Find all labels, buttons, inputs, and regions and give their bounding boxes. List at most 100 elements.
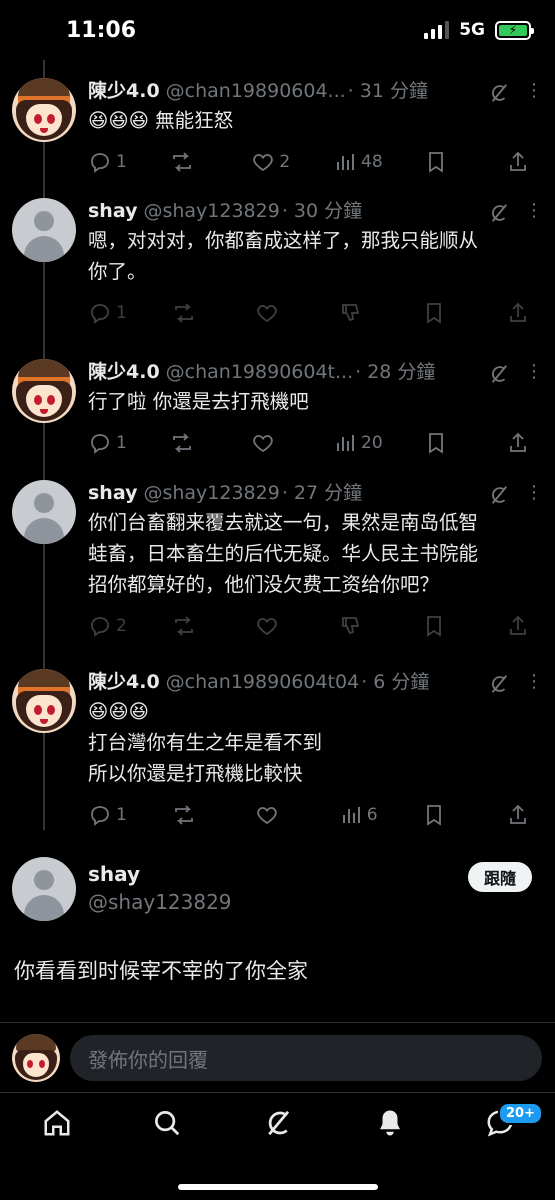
author-handle[interactable]: @chan19890604t04 bbox=[166, 671, 360, 693]
grok-icon[interactable] bbox=[488, 82, 510, 104]
grok-icon[interactable] bbox=[263, 1108, 293, 1138]
reply-icon[interactable]: 1 bbox=[88, 150, 128, 174]
reply-icon[interactable]: 1 bbox=[88, 301, 128, 325]
heart-icon[interactable]: 2 bbox=[251, 150, 291, 174]
bookmark-icon[interactable] bbox=[424, 431, 464, 455]
heart-icon[interactable] bbox=[251, 431, 291, 455]
views-count: 6 bbox=[366, 805, 378, 825]
reply-count: 1 bbox=[116, 805, 127, 825]
more-options-icon[interactable]: ⋮ bbox=[525, 671, 543, 692]
author-handle[interactable]: @shay123829 bbox=[143, 482, 279, 504]
tweet-time: · 31 分鐘 bbox=[347, 80, 428, 102]
home-indicator bbox=[178, 1184, 378, 1190]
author-name[interactable]: 陳少4.0 bbox=[88, 76, 160, 103]
author-name[interactable]: 陳少4.0 bbox=[88, 357, 160, 384]
grok-icon[interactable] bbox=[488, 673, 510, 695]
main-tweet-text: 你看看到时候宰不宰的了你全家 bbox=[14, 959, 308, 983]
action-bar: 16 bbox=[88, 801, 546, 829]
heart-icon[interactable] bbox=[255, 614, 295, 638]
more-options-icon[interactable]: ⋮ bbox=[525, 482, 543, 503]
avatar[interactable] bbox=[12, 669, 76, 733]
main-tweet-author-name[interactable]: shay bbox=[88, 862, 140, 886]
status-bar: 11:06 5G ⚡ bbox=[0, 0, 555, 62]
reply-icon[interactable]: 1 bbox=[88, 803, 128, 827]
network-label: 5G bbox=[459, 20, 485, 40]
share-icon[interactable] bbox=[506, 431, 546, 455]
more-options-icon[interactable]: ⋮ bbox=[525, 80, 543, 101]
author-handle[interactable]: @chan19890604... bbox=[166, 80, 346, 102]
reply-icon[interactable]: 1 bbox=[88, 431, 128, 455]
repost-icon[interactable] bbox=[170, 150, 210, 174]
divider bbox=[0, 1022, 555, 1023]
battery-charging-icon: ⚡ bbox=[495, 20, 534, 40]
reply-count: 1 bbox=[116, 303, 127, 323]
repost-icon[interactable] bbox=[172, 301, 212, 325]
tweet-time: · 6 分鐘 bbox=[361, 671, 430, 693]
repost-icon[interactable] bbox=[172, 803, 212, 827]
author-handle[interactable]: @shay123829 bbox=[143, 200, 279, 222]
grok-icon[interactable] bbox=[488, 484, 510, 506]
avatar[interactable] bbox=[12, 480, 76, 544]
tweet-text: 行了啦 你還是去打飛機吧 bbox=[88, 390, 309, 413]
reply-count: 1 bbox=[116, 433, 127, 453]
grok-icon[interactable] bbox=[488, 363, 510, 385]
divider bbox=[0, 1092, 555, 1093]
dislike-icon[interactable] bbox=[339, 614, 379, 638]
action-bar: 1 bbox=[88, 299, 546, 327]
author-handle[interactable]: @chan19890604t... bbox=[166, 361, 353, 383]
more-options-icon[interactable]: ⋮ bbox=[525, 361, 543, 382]
tweet-text: 😆😆😆 無能狂怒 bbox=[88, 109, 234, 132]
tweet-time: · 30 分鐘 bbox=[281, 200, 363, 222]
bookmark-icon[interactable] bbox=[422, 301, 462, 325]
tweet-time: · 27 分鐘 bbox=[281, 482, 363, 504]
views-icon[interactable]: 48 bbox=[333, 150, 383, 174]
bottom-nav bbox=[0, 1100, 555, 1150]
action-bar: 2 bbox=[88, 612, 546, 640]
bookmark-icon[interactable] bbox=[424, 150, 464, 174]
action-bar: 1 20 bbox=[88, 429, 546, 457]
avatar[interactable] bbox=[12, 78, 76, 142]
avatar[interactable] bbox=[12, 857, 76, 921]
more-options-icon[interactable]: ⋮ bbox=[525, 200, 543, 221]
main-tweet-author-handle[interactable]: @shay123829 bbox=[88, 890, 232, 914]
tweet-text: 你们台畜翻来覆去就这一句，果然是南岛低智 蛙畜，日本畜生的后代无疑。华人民主书院能… bbox=[88, 511, 479, 596]
views-count: 48 bbox=[361, 152, 383, 172]
views-icon[interactable]: 20 bbox=[333, 431, 383, 455]
bookmark-icon[interactable] bbox=[422, 614, 462, 638]
share-icon[interactable] bbox=[506, 614, 546, 638]
author-name[interactable]: 陳少4.0 bbox=[88, 667, 160, 694]
share-icon[interactable] bbox=[506, 150, 546, 174]
reply-count: 1 bbox=[116, 152, 127, 172]
status-time: 11:06 bbox=[66, 18, 137, 43]
heart-icon[interactable] bbox=[255, 803, 295, 827]
home-icon[interactable] bbox=[42, 1108, 72, 1138]
heart-icon[interactable] bbox=[255, 301, 295, 325]
tweet-text: 😆😆😆 打台灣你有生之年是看不到 所以你還是打飛機比較快 bbox=[88, 700, 323, 785]
bookmark-icon[interactable] bbox=[422, 803, 462, 827]
search-icon[interactable] bbox=[152, 1108, 182, 1138]
reply-input[interactable]: 發佈你的回覆 bbox=[70, 1035, 542, 1081]
avatar[interactable] bbox=[12, 359, 76, 423]
heart-count: 2 bbox=[279, 152, 291, 172]
tweet-time: · 28 分鐘 bbox=[355, 361, 436, 383]
action-bar: 1 2 48 bbox=[88, 148, 546, 176]
views-icon[interactable]: 6 bbox=[339, 803, 379, 827]
author-name[interactable]: shay bbox=[88, 200, 137, 222]
share-icon[interactable] bbox=[506, 803, 546, 827]
repost-icon[interactable] bbox=[172, 614, 212, 638]
follow-button[interactable]: 跟隨 bbox=[468, 862, 532, 892]
signal-icon bbox=[424, 21, 450, 39]
reply-icon[interactable]: 2 bbox=[88, 614, 128, 638]
grok-icon[interactable] bbox=[488, 202, 510, 224]
reply-count: 2 bbox=[116, 616, 127, 636]
share-icon[interactable] bbox=[506, 301, 546, 325]
repost-icon[interactable] bbox=[170, 431, 210, 455]
my-avatar bbox=[12, 1034, 60, 1082]
tweet-text: 嗯，对对对，你都畜成这样了，那我只能顺从 你了。 bbox=[88, 229, 479, 283]
author-name[interactable]: shay bbox=[88, 482, 137, 504]
views-count: 20 bbox=[361, 433, 383, 453]
avatar[interactable] bbox=[12, 198, 76, 262]
notifications-badge: 20+ bbox=[498, 1102, 543, 1125]
notifications-icon[interactable] bbox=[375, 1108, 405, 1138]
dislike-icon[interactable] bbox=[339, 301, 379, 325]
